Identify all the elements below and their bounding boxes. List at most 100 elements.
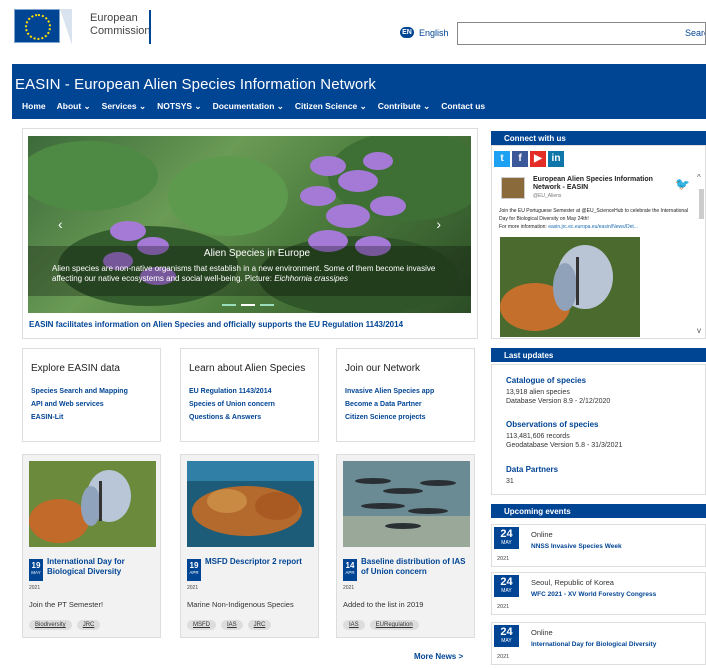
event-location: Seoul, Republic of Korea — [531, 578, 614, 587]
carousel-next-icon[interactable]: › — [436, 216, 441, 232]
tweet-avatar[interactable] — [501, 177, 525, 199]
network-link-citizen[interactable]: Citizen Science projects — [345, 414, 466, 421]
event-month: MAY — [501, 588, 512, 594]
learn-link-qa[interactable]: Questions & Answers — [189, 414, 310, 421]
more-news-link[interactable]: More News > — [414, 652, 463, 661]
site-title[interactable]: EASIN - European Alien Species Informati… — [15, 76, 376, 93]
tweet-image[interactable] — [500, 237, 640, 337]
explore-link-species[interactable]: Species Search and Mapping — [31, 388, 152, 395]
news-date: 19 APR — [187, 559, 201, 581]
news-tags: IAS EURegulation — [343, 620, 419, 630]
tag-ias[interactable]: IAS — [221, 620, 243, 630]
explore-link-lit[interactable]: EASIN-Lit — [31, 414, 152, 421]
event-month: MAY — [501, 638, 512, 644]
event-item[interactable]: 24 MAY 2021 Online International Day for … — [491, 622, 706, 665]
learn-title: Learn about Alien Species — [189, 363, 306, 374]
network-link-partner[interactable]: Become a Data Partner — [345, 401, 466, 408]
language-label: English — [419, 27, 449, 38]
updates-header: Last updates — [491, 348, 706, 362]
nav-home[interactable]: Home — [22, 101, 46, 112]
update-title[interactable]: Observations of species — [506, 420, 622, 429]
nav-citizen-science[interactable]: Citizen Science ⌄ — [295, 101, 367, 112]
tag-euregulation[interactable]: EURegulation — [369, 620, 419, 630]
search-button[interactable]: Search — [681, 23, 705, 44]
event-date: 24 MAY — [494, 575, 519, 597]
event-day: 24 — [500, 528, 513, 540]
youtube-icon[interactable]: ▶ — [530, 151, 546, 167]
tag-jrc[interactable]: JRC — [247, 620, 272, 630]
news-desc: Marine Non-Indigenous Species — [187, 600, 294, 609]
search-input[interactable]: Search — [457, 22, 706, 45]
social-links: t f ▶ in — [494, 151, 564, 167]
feed-scrollbar[interactable]: ^ v — [697, 171, 706, 337]
news-month: APR — [345, 570, 355, 575]
news-day: 14 — [345, 561, 355, 570]
facebook-icon[interactable]: f — [512, 151, 528, 167]
explore-link-api[interactable]: API and Web services — [31, 401, 152, 408]
tweet-link[interactable]: easin.jrc.ec.europa.eu/easin/News/Det... — [548, 224, 638, 230]
network-link-app[interactable]: Invasive Alien Species app — [345, 388, 466, 395]
update-line: 113,481,606 records — [506, 433, 570, 440]
ec-name-line1: European — [90, 12, 138, 24]
carousel-dot-active[interactable] — [241, 304, 255, 306]
event-title[interactable]: International Day for Biological Diversi… — [531, 641, 656, 648]
hero-link[interactable]: EASIN facilitates information on Alien S… — [29, 320, 403, 329]
carousel-dot[interactable] — [222, 304, 236, 306]
ec-name[interactable]: European Commission — [90, 12, 151, 38]
twitter-bird-icon[interactable]: 🐦 — [675, 177, 690, 191]
scroll-up-icon[interactable]: ^ — [697, 173, 701, 182]
update-title[interactable]: Data Partners — [506, 465, 558, 474]
event-item[interactable]: 24 MAY 2021 Seoul, Republic of Korea WFC … — [491, 572, 706, 615]
hero-text: Alien species are non-native organisms t… — [52, 264, 462, 284]
nav-contact[interactable]: Contact us — [441, 101, 485, 112]
tweet-author[interactable]: European Alien Species Information Netwo… — [533, 176, 663, 192]
carousel-prev-icon[interactable]: ‹ — [58, 216, 63, 232]
news-card[interactable]: 14 APR Baseline distribution of IAS of Un… — [336, 454, 475, 638]
language-selector[interactable]: EN English — [400, 27, 449, 38]
tag-msfd[interactable]: MSFD — [187, 620, 216, 630]
scroll-down-icon[interactable]: v — [697, 326, 701, 335]
network-panel: Join our Network Invasive Alien Species … — [336, 348, 475, 442]
learn-link-regulation[interactable]: EU Regulation 1143/2014 — [189, 388, 310, 395]
twitter-feed[interactable]: European Alien Species Information Netwo… — [497, 171, 695, 339]
news-image-butterfly[interactable] — [29, 461, 156, 547]
eu-flag-stars — [25, 14, 51, 40]
event-title[interactable]: NNSS Invasive Species Week — [531, 543, 622, 550]
scroll-thumb[interactable] — [699, 189, 704, 219]
carousel-dot[interactable] — [260, 304, 274, 306]
event-year: 2021 — [497, 604, 510, 610]
linkedin-icon[interactable]: in — [548, 151, 564, 167]
news-title[interactable]: International Day for Biological Diversi… — [47, 557, 159, 577]
tweet-text: Join the EU Portuguese Semester at @EU_S… — [499, 207, 694, 231]
ec-logo[interactable] — [14, 9, 72, 45]
news-card[interactable]: 19 MAY International Day for Biological D… — [22, 454, 161, 638]
nav-services[interactable]: Services ⌄ — [102, 101, 146, 112]
events-header: Upcoming events — [491, 504, 706, 518]
tag-jrc[interactable]: JRC — [76, 620, 101, 630]
event-year: 2021 — [497, 556, 510, 562]
news-card[interactable]: 19 APR MSFD Descriptor 2 report 2021 Mari… — [180, 454, 319, 638]
hero-carousel[interactable]: ‹ › Alien Species in Europe Alien specie… — [28, 136, 471, 313]
update-line: 13,918 alien species — [506, 389, 570, 396]
news-month: APR — [189, 570, 199, 575]
news-image-coral[interactable] — [187, 461, 314, 547]
event-item[interactable]: 24 MAY 2021 Online NNSS Invasive Species … — [491, 524, 706, 567]
nav-documentation[interactable]: Documentation ⌄ — [213, 101, 284, 112]
event-title[interactable]: WFC 2021 - XV World Forestry Congress — [531, 591, 656, 598]
tag-biodiversity[interactable]: Biodiversity — [29, 620, 72, 630]
nav-notsys[interactable]: NOTSYS ⌄ — [157, 101, 201, 112]
news-title[interactable]: Baseline distribution of IAS of Union co… — [361, 557, 473, 577]
update-title[interactable]: Catalogue of species — [506, 376, 610, 385]
news-title[interactable]: MSFD Descriptor 2 report — [205, 557, 317, 567]
learn-link-union[interactable]: Species of Union concern — [189, 401, 310, 408]
news-image-fish[interactable] — [343, 461, 470, 547]
nav-contribute[interactable]: Contribute ⌄ — [378, 101, 430, 112]
update-item: Catalogue of species 13,918 alien specie… — [506, 376, 610, 406]
hero-text-species: Eichhornia crassipes — [274, 274, 348, 283]
news-month: MAY — [31, 570, 41, 575]
nav-about[interactable]: About ⌄ — [57, 101, 91, 112]
news-date: 14 APR — [343, 559, 357, 581]
twitter-icon[interactable]: t — [494, 151, 510, 167]
tag-ias[interactable]: IAS — [343, 620, 365, 630]
tweet-handle[interactable]: @EU_Aliens — [533, 193, 561, 199]
